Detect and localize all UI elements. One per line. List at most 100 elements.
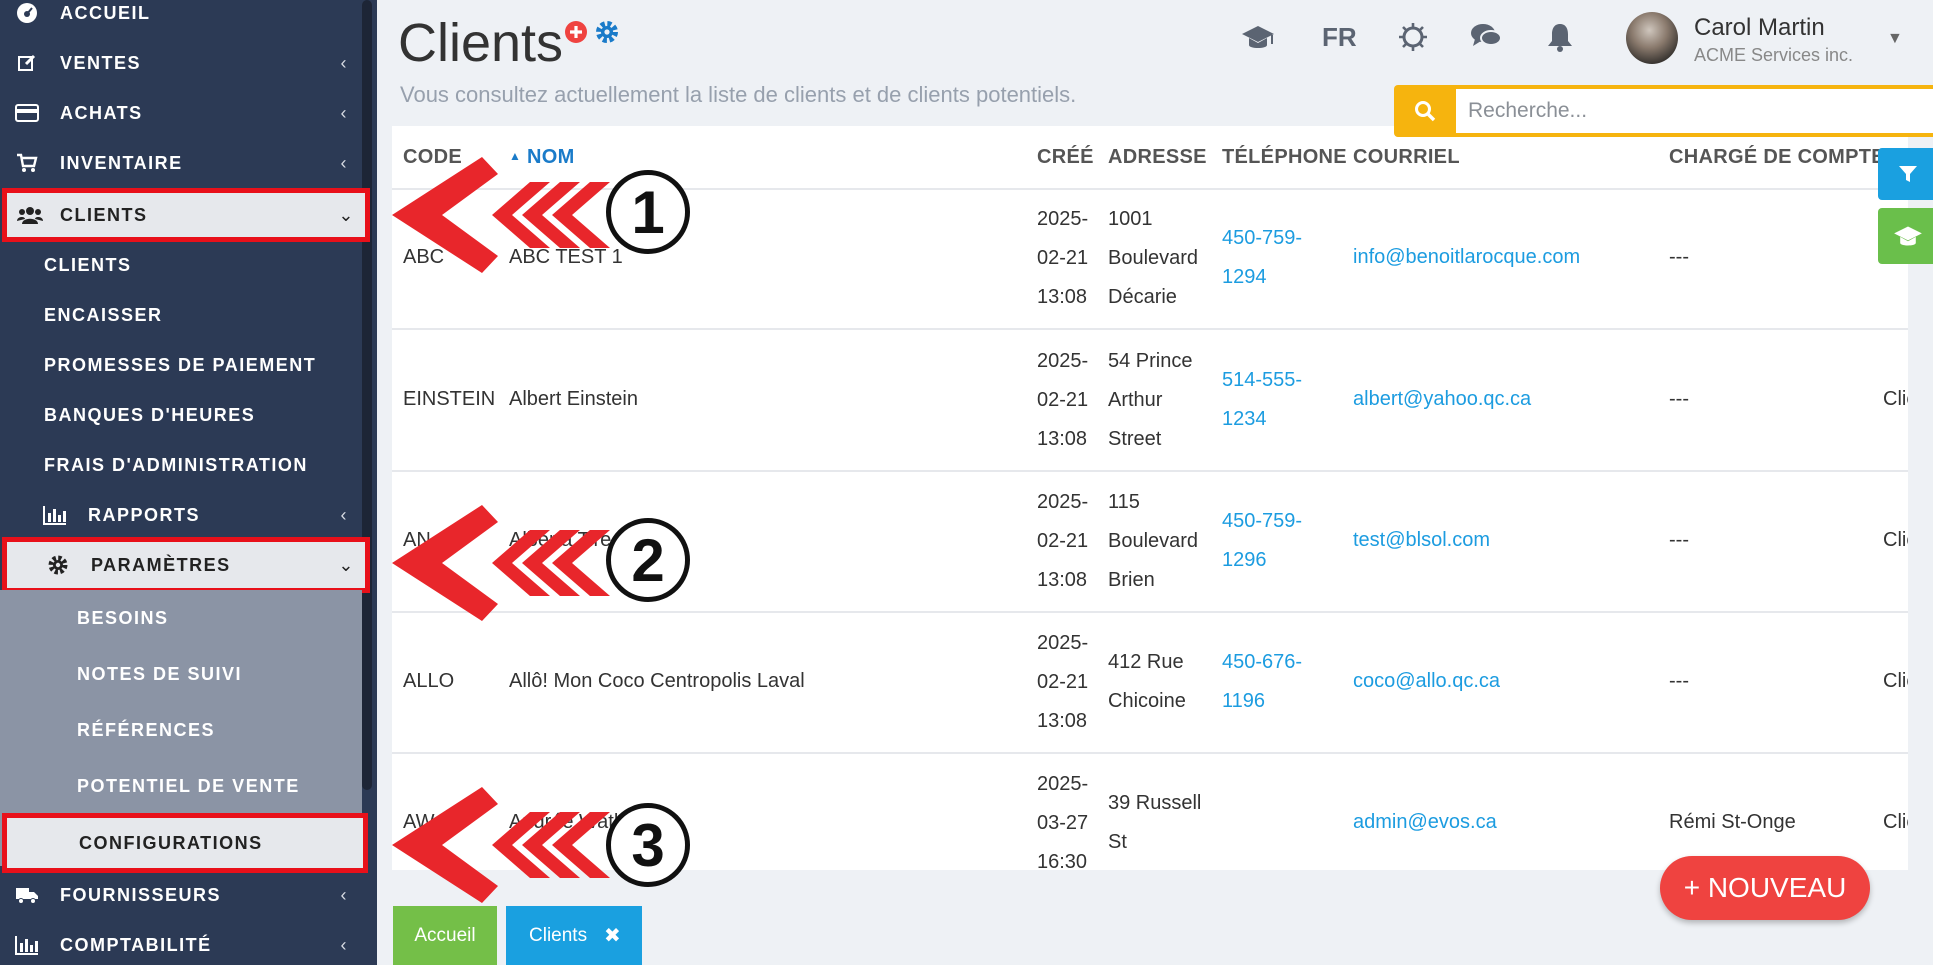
sidebar-subitem-label: PROMESSES DE PAIEMENT — [44, 354, 317, 375]
user-name[interactable]: Carol Martin — [1694, 14, 1825, 42]
cell-courriel[interactable]: albert@yahoo.qc.ca — [1353, 388, 1531, 411]
sidebar-item-parametres[interactable]: PARAMÈTRES ⌄ — [2, 537, 370, 593]
cell-telephone[interactable]: 514-555- 1234 — [1222, 361, 1302, 439]
column-header-charge[interactable]: CHARGÉ DE COMPTE — [1669, 146, 1885, 169]
sidebar-item-clients[interactable]: CLIENTS ⌄ — [2, 188, 370, 242]
sidebar-subitem-banques[interactable]: BANQUES D'HEURES — [0, 390, 362, 440]
annotation-badge-3: 3 — [606, 803, 690, 887]
new-client-button[interactable]: + NOUVEAU — [1660, 856, 1870, 920]
cell-line: Arthur — [1108, 389, 1163, 411]
tab-label: Clients — [529, 924, 588, 946]
cell-charge: --- — [1669, 529, 1689, 551]
chat-icon[interactable] — [1470, 22, 1502, 55]
sidebar-subitem-besoins[interactable]: BESOINS — [0, 590, 362, 646]
sidebar-subitem-promesses[interactable]: PROMESSES DE PAIEMENT — [0, 340, 362, 390]
sidebar-item-label: ACHATS — [60, 102, 143, 123]
search-button[interactable] — [1394, 85, 1456, 137]
training-button[interactable] — [1878, 208, 1933, 264]
chevron-down-icon: ⌄ — [338, 204, 355, 225]
cell-charge: Rémi St-Onge — [1669, 811, 1796, 833]
sidebar-item-ventes[interactable]: VENTES ‹ — [0, 38, 362, 88]
cell-line: 39 Russell — [1108, 792, 1202, 814]
cell-line: 412 Rue — [1108, 651, 1184, 673]
search-input[interactable] — [1456, 89, 1933, 133]
cell-charge: --- — [1669, 670, 1689, 692]
cell-nom[interactable]: Allô! Mon Coco Centropolis Laval — [509, 670, 805, 693]
sidebar-item-accueil[interactable]: ACCUEIL — [0, 0, 362, 38]
cell-line: 450-676- — [1222, 651, 1303, 673]
settings-gear-icon[interactable] — [594, 19, 620, 50]
cell-type: Clie — [1883, 388, 1908, 410]
tab-accueil[interactable]: Accueil — [393, 906, 497, 965]
sidebar-subitem-references[interactable]: RÉFÉRENCES — [0, 702, 362, 758]
cart-icon — [14, 150, 40, 176]
tab-clients[interactable]: Clients ✖ — [506, 906, 642, 965]
cell-line: 514-555- — [1222, 369, 1303, 391]
add-client-icon[interactable] — [564, 20, 588, 49]
table-row[interactable]: ALLO Allô! Mon Coco Centropolis Laval 20… — [392, 612, 1908, 754]
cell-cree: 2025- 02-21 13:08 — [1037, 624, 1088, 741]
sidebar-item-rapports[interactable]: RAPPORTS ‹ — [0, 490, 362, 540]
sidebar-subitem-potentiel[interactable]: POTENTIEL DE VENTE — [0, 758, 362, 814]
language-selector[interactable]: FR — [1322, 22, 1357, 53]
cell-cree: 2025- 02-21 13:08 — [1037, 342, 1088, 459]
cell-telephone[interactable]: 450-759- 1294 — [1222, 219, 1302, 297]
cell-courriel[interactable]: info@benoitlarocque.com — [1353, 246, 1580, 269]
cell-type: Clie — [1883, 670, 1908, 692]
cell-line: 1196 — [1222, 690, 1266, 712]
bell-icon[interactable] — [1546, 22, 1574, 57]
graduation-cap-icon[interactable] — [1240, 22, 1276, 57]
cell-cree: 2025- 02-21 13:08 — [1037, 483, 1088, 600]
sidebar-subitem-configurations[interactable]: CONFIGURATIONS — [2, 813, 368, 873]
sidebar-subitem-clients[interactable]: CLIENTS — [0, 240, 362, 290]
table-row[interactable]: EINSTEIN Albert Einstein 2025- 02-21 13:08… — [392, 330, 1908, 472]
cell-line: 1234 — [1222, 408, 1267, 430]
page-subtitle: Vous consultez actuellement la liste de … — [400, 82, 1077, 107]
sidebar-subitem-notes[interactable]: NOTES DE SUIVI — [0, 646, 362, 702]
filter-button[interactable] — [1878, 148, 1933, 200]
cell-line: Brien — [1108, 569, 1155, 591]
cell-line: 02-21 — [1037, 671, 1089, 693]
user-menu-caret-icon[interactable]: ▼ — [1887, 30, 1903, 48]
lightbulb-icon[interactable] — [1398, 22, 1428, 57]
sidebar-subitem-encaisser[interactable]: ENCAISSER — [0, 290, 362, 340]
column-header-courriel[interactable]: COURRIEL — [1353, 146, 1460, 169]
cell-line: 1296 — [1222, 549, 1267, 571]
cell-line: St — [1108, 831, 1127, 853]
chevron-left-icon: ‹ — [340, 504, 348, 525]
sidebar-item-comptabilite[interactable]: COMPTABILITÉ ‹ — [0, 920, 362, 965]
cell-telephone[interactable]: 450-759- 1296 — [1222, 502, 1302, 580]
cell-line: 2025- — [1037, 208, 1089, 230]
cell-courriel[interactable]: admin@evos.ca — [1353, 811, 1497, 834]
sidebar-scrollbar[interactable] — [362, 0, 372, 790]
sidebar-subitem-label: CLIENTS — [44, 254, 132, 275]
avatar[interactable] — [1626, 12, 1678, 64]
sidebar-subitem-label: POTENTIEL DE VENTE — [77, 775, 300, 796]
sidebar-item-inventaire[interactable]: INVENTAIRE ‹ — [0, 138, 362, 188]
sidebar-subitem-frais[interactable]: FRAIS D'ADMINISTRATION — [0, 440, 362, 490]
cell-line: 450-759- — [1222, 510, 1303, 532]
cell-courriel[interactable]: test@blsol.com — [1353, 529, 1490, 552]
cell-adresse: 115 Boulevard Brien — [1108, 483, 1198, 600]
column-header-adresse[interactable]: ADRESSE — [1108, 146, 1207, 169]
sidebar-item-label: COMPTABILITÉ — [60, 934, 212, 955]
close-icon[interactable]: ✖ — [604, 923, 621, 948]
cell-code: EINSTEIN — [403, 388, 496, 410]
sidebar-item-achats[interactable]: ACHATS ‹ — [0, 88, 362, 138]
cell-line: 1294 — [1222, 266, 1267, 288]
column-header-cree[interactable]: CRÉÉ — [1037, 146, 1094, 169]
sidebar-subitem-label: ENCAISSER — [44, 304, 163, 325]
cell-line: Boulevard — [1108, 247, 1199, 269]
cell-line: 450-759- — [1222, 227, 1303, 249]
dashboard-icon — [14, 0, 40, 26]
cell-courriel[interactable]: coco@allo.qc.ca — [1353, 670, 1500, 693]
sidebar-subitem-label: FRAIS D'ADMINISTRATION — [44, 454, 308, 475]
column-header-telephone[interactable]: TÉLÉPHONE — [1222, 146, 1347, 169]
cell-line: 02-21 — [1037, 247, 1089, 269]
sidebar-item-label: VENTES — [60, 52, 142, 73]
cell-telephone[interactable]: 450-676- 1196 — [1222, 643, 1302, 721]
cell-line: 16:30 — [1037, 851, 1088, 870]
filter-icon — [1899, 166, 1917, 182]
sidebar-item-fournisseurs[interactable]: FOURNISSEURS ‹ — [0, 870, 362, 920]
cell-nom[interactable]: Albert Einstein — [509, 388, 638, 411]
